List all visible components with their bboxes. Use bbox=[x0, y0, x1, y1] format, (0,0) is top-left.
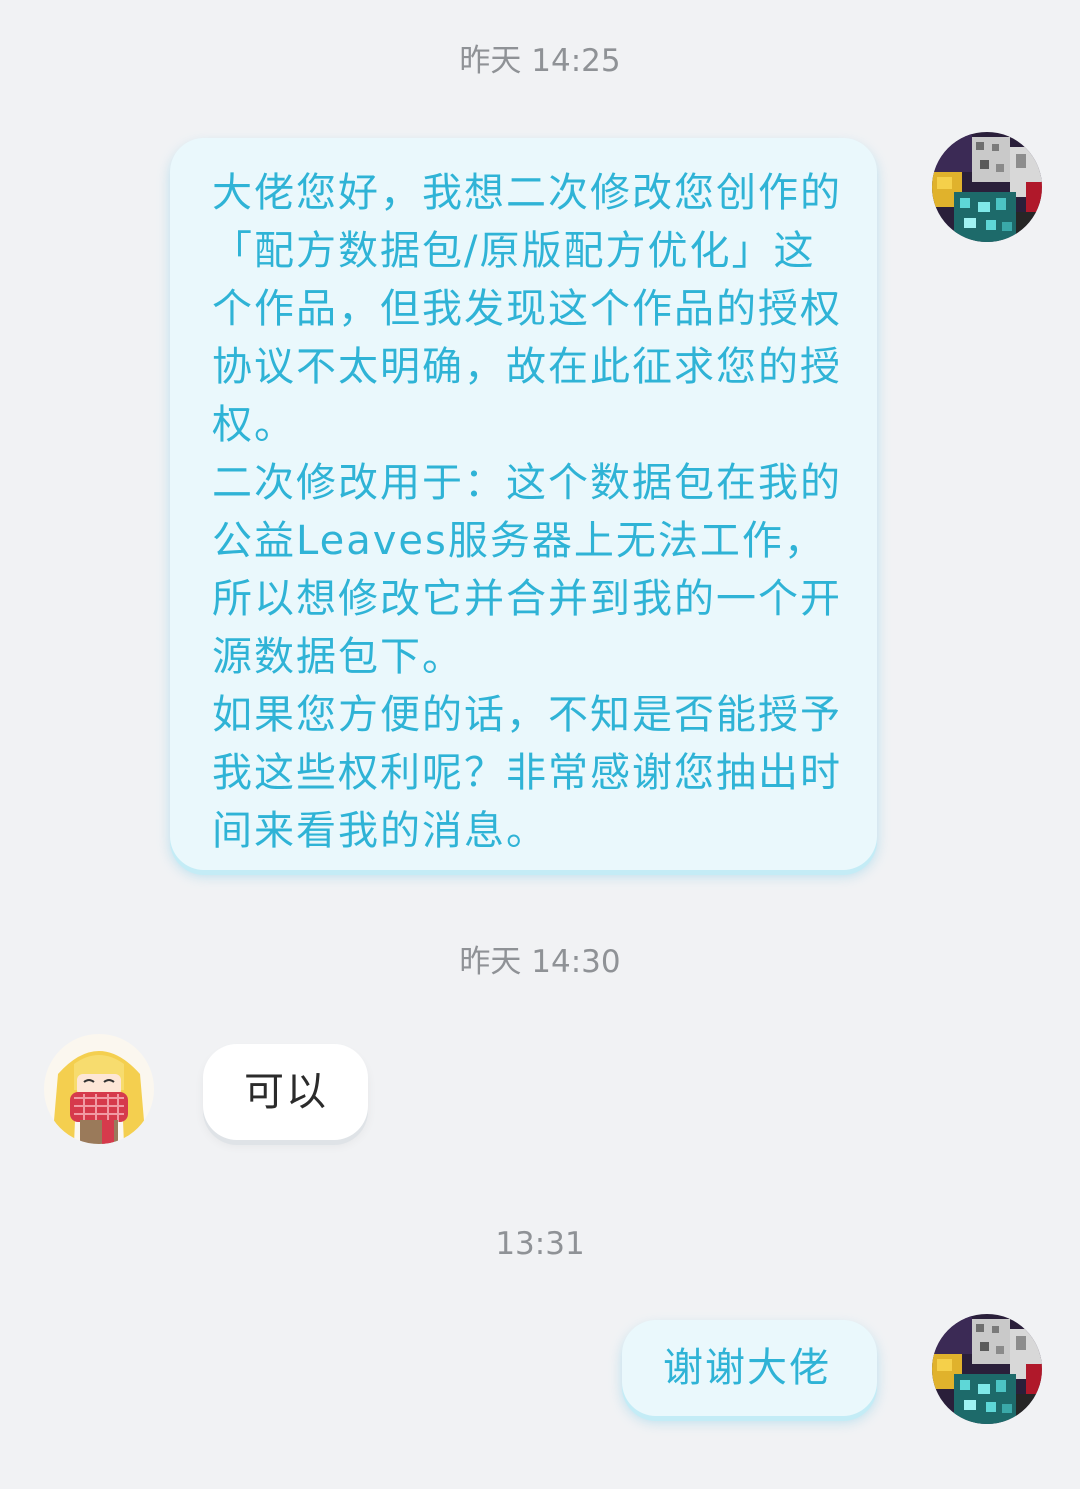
minecraft-blocks-avatar-icon bbox=[932, 132, 1042, 242]
sent-message-bubble[interactable]: 谢谢大佬 bbox=[622, 1320, 877, 1416]
message-timestamp: 昨天 14:30 bbox=[459, 944, 621, 980]
message-timestamp: 13:31 bbox=[495, 1226, 585, 1262]
contact-avatar[interactable] bbox=[44, 1034, 154, 1144]
received-message-bubble[interactable]: 可以 bbox=[203, 1044, 368, 1140]
minecraft-blocks-avatar-icon bbox=[932, 1314, 1042, 1424]
message-timestamp: 昨天 14:25 bbox=[459, 43, 621, 79]
my-avatar[interactable] bbox=[932, 132, 1042, 242]
anime-girl-scarf-avatar-icon bbox=[44, 1034, 154, 1144]
message-text: 可以 bbox=[244, 1069, 328, 1115]
sent-message-bubble[interactable]: 大佬您好，我想二次修改您创作的「配方数据包/原版配方优化」这个作品，但我发现这个… bbox=[170, 138, 877, 870]
my-avatar[interactable] bbox=[932, 1314, 1042, 1424]
message-text: 谢谢大佬 bbox=[663, 1345, 831, 1391]
message-text: 大佬您好，我想二次修改您创作的「配方数据包/原版配方优化」这个作品，但我发现这个… bbox=[212, 170, 842, 854]
